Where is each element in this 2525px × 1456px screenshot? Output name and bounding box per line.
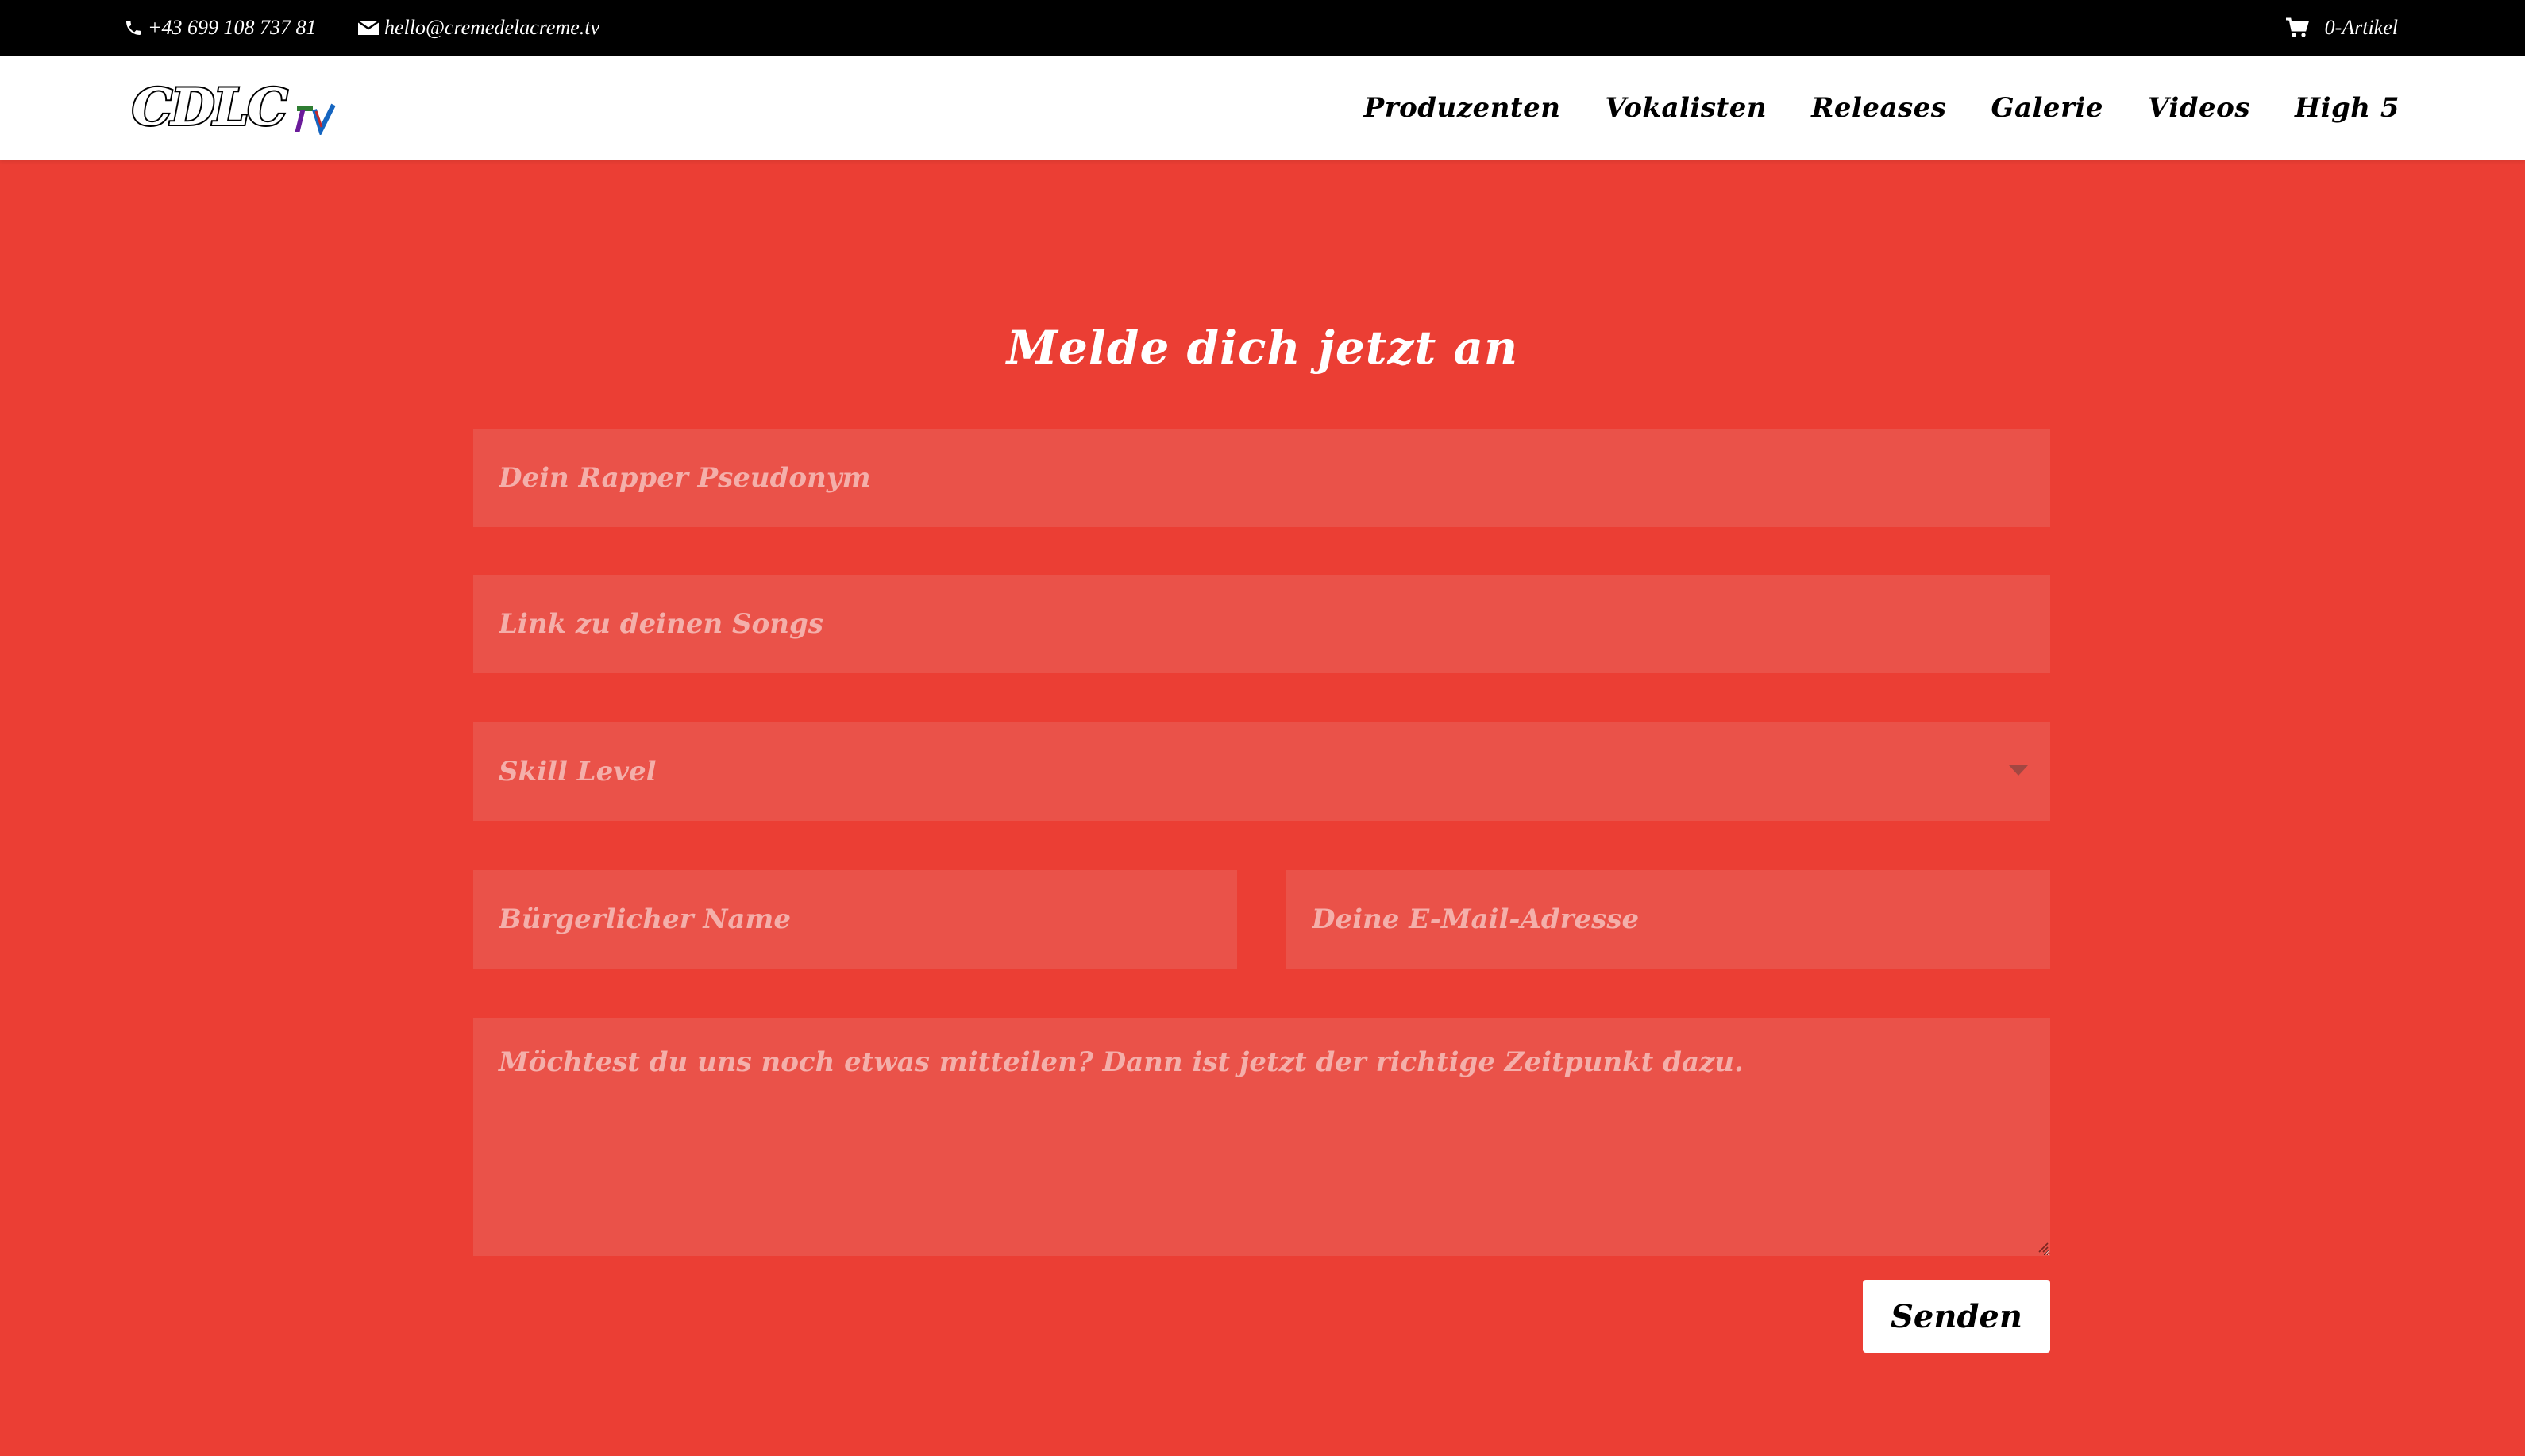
resize-handle-icon[interactable] xyxy=(2037,1242,2049,1253)
nav-vokalisten[interactable]: Vokalisten xyxy=(1606,92,1768,124)
email-contact[interactable]: hello@cremedelacreme.tv xyxy=(357,0,599,56)
nav-releases[interactable]: Releases xyxy=(1811,92,1946,124)
nav-galerie[interactable]: Galerie xyxy=(1991,92,2103,124)
caret-down-icon xyxy=(2009,765,2028,776)
main-navigation: Produzenten Vokalisten Releases Galerie … xyxy=(1364,56,2400,160)
tv-logo-mark xyxy=(295,103,336,135)
cart-count: 0-Artikel xyxy=(2324,16,2398,39)
cart-link[interactable]: 0-Artikel xyxy=(2285,0,2398,56)
submit-button[interactable]: Senden xyxy=(1863,1280,2050,1353)
phone-contact[interactable]: +43 699 108 737 81 xyxy=(124,0,317,56)
message-textarea[interactable] xyxy=(473,1018,2050,1256)
email-input[interactable] xyxy=(1286,870,2050,969)
top-bar: +43 699 108 737 81 hello@cremedelacreme.… xyxy=(0,0,2525,56)
site-header: CDLC Produzenten Vokalisten Releases Gal… xyxy=(0,56,2525,160)
skill-level-select[interactable]: Skill Level xyxy=(473,722,2050,821)
envelope-icon xyxy=(357,20,380,35)
phone-number: +43 699 108 737 81 xyxy=(148,16,317,39)
skill-level-value: Skill Level xyxy=(499,756,657,788)
nav-high-5[interactable]: High 5 xyxy=(2295,92,2400,124)
logo-text: CDLC xyxy=(130,76,289,139)
nav-videos[interactable]: Videos xyxy=(2148,92,2250,124)
phone-icon xyxy=(126,21,141,35)
cart-icon xyxy=(2285,17,2309,37)
rapper-pseudonym-input[interactable] xyxy=(473,429,2050,527)
civil-name-input[interactable] xyxy=(473,870,1237,969)
form-title: Melde dich jetzt an xyxy=(1006,321,1519,375)
email-address: hello@cremedelacreme.tv xyxy=(384,16,600,39)
site-logo[interactable]: CDLC xyxy=(130,76,338,139)
songs-link-input[interactable] xyxy=(473,575,2050,673)
nav-produzenten[interactable]: Produzenten xyxy=(1364,92,1561,124)
